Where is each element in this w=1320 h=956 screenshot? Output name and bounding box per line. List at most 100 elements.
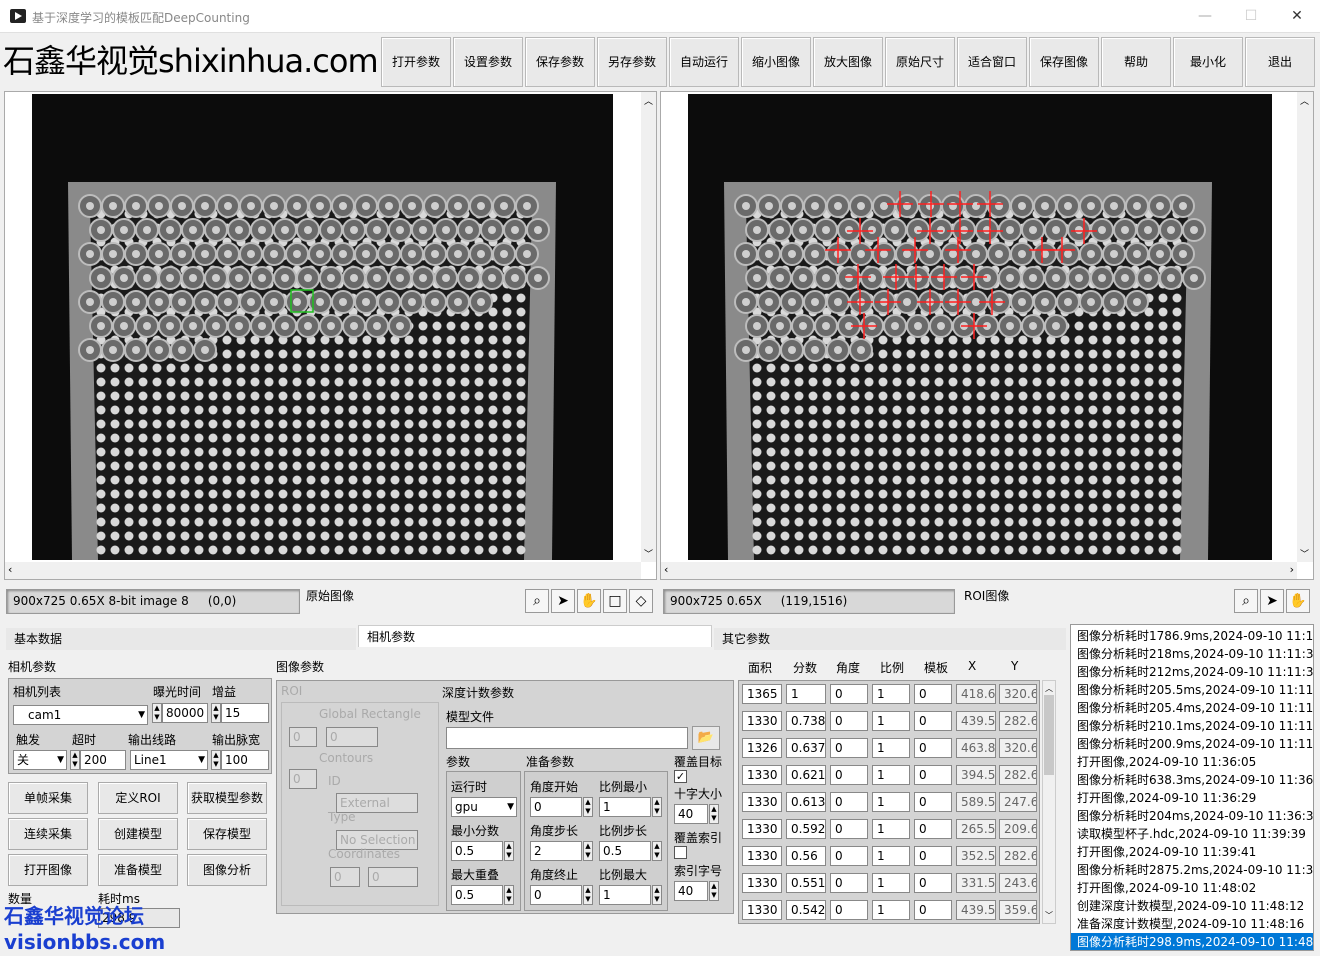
scroll-left-icon[interactable]: ‹ xyxy=(8,563,12,576)
log-item[interactable]: 图像分析耗时205.5ms,2024-09-10 11:11:3 xyxy=(1071,681,1313,699)
results-cell[interactable]: 320.6 xyxy=(999,684,1037,704)
log-item[interactable]: 打开图像,2024-09-10 11:36:05 xyxy=(1071,753,1313,771)
timeout-stepper[interactable]: ▲ ▼ xyxy=(70,750,80,770)
angle-start-input[interactable]: 0 xyxy=(530,797,582,817)
results-cell[interactable]: 0 xyxy=(914,819,952,839)
log-item[interactable]: 图像分析耗时212ms,2024-09-10 11:11:36 xyxy=(1071,663,1313,681)
results-cell[interactable]: 352.5 xyxy=(956,846,996,866)
results-cell[interactable]: 0.613 xyxy=(786,792,826,812)
results-cell[interactable]: 0 xyxy=(830,765,868,785)
log-item[interactable]: 打开图像,2024-09-10 11:48:02 xyxy=(1071,879,1313,897)
results-cell[interactable]: 0 xyxy=(830,846,868,866)
log-item[interactable]: 图像分析耗时200.9ms,2024-09-10 11:11:3 xyxy=(1071,735,1313,753)
log-item[interactable]: 图像分析耗时210.1ms,2024-09-10 11:11:3 xyxy=(1071,717,1313,735)
folder-open-icon[interactable]: 📂 xyxy=(692,726,720,750)
index-font-stepper[interactable]: ▲ ▼ xyxy=(709,881,719,901)
results-cell[interactable]: 1365 xyxy=(742,684,782,704)
horizontal-scrollbar[interactable]: ‹ › xyxy=(661,562,1297,579)
trigger-select[interactable]: 关 ▼ xyxy=(13,750,67,770)
results-cell[interactable]: 1330 xyxy=(742,819,782,839)
results-cell[interactable]: 1 xyxy=(786,684,826,704)
single-capture-button[interactable]: 单帧采集 xyxy=(8,782,88,814)
timeout-input[interactable]: 200 xyxy=(80,750,126,770)
results-cell[interactable]: 0 xyxy=(914,711,952,731)
scroll-up-icon[interactable]: ︿ xyxy=(1045,683,1053,694)
results-cell[interactable]: 0 xyxy=(830,738,868,758)
results-cell[interactable]: 243.6 xyxy=(999,873,1037,893)
exit-button[interactable]: 退出 xyxy=(1245,37,1315,87)
results-cell[interactable]: 1 xyxy=(872,684,910,704)
results-cell[interactable]: 1 xyxy=(872,765,910,785)
results-cell[interactable]: 0 xyxy=(914,873,952,893)
create-model-button[interactable]: 创建模型 xyxy=(98,818,178,850)
log-item[interactable]: 准备深度计数模型,2024-09-10 11:48:16 xyxy=(1071,915,1313,933)
chevron-down-icon[interactable]: ▼ xyxy=(198,751,205,769)
results-cell[interactable]: 1 xyxy=(872,846,910,866)
scroll-up-icon[interactable]: ︿ xyxy=(644,94,653,107)
save-params-button[interactable]: 保存参数 xyxy=(525,37,595,87)
log-list[interactable]: 图像分析耗时1786.9ms,2024-09-10 11:11: 图像分析耗时21… xyxy=(1070,624,1314,951)
auto-run-button[interactable]: 自动运行 xyxy=(669,37,739,87)
results-cell[interactable]: 1 xyxy=(872,738,910,758)
pulse-stepper[interactable]: ▲ ▼ xyxy=(211,750,221,770)
results-cell[interactable]: 247.6 xyxy=(999,792,1037,812)
results-cell[interactable]: 1 xyxy=(872,711,910,731)
angle-step-input[interactable]: 2 xyxy=(530,841,582,861)
results-cell[interactable]: 0.56 xyxy=(786,846,826,866)
results-cell[interactable]: 320.6 xyxy=(999,738,1037,758)
help-button[interactable]: 帮助 xyxy=(1101,37,1171,87)
angle-end-input[interactable]: 0 xyxy=(530,885,582,905)
scroll-thumb[interactable] xyxy=(1044,695,1054,775)
results-cell[interactable]: 0 xyxy=(914,792,952,812)
results-cell[interactable]: 439.5 xyxy=(956,900,996,920)
results-cell[interactable]: 0 xyxy=(830,873,868,893)
pulse-width-input[interactable]: 100 xyxy=(221,750,269,770)
results-cell[interactable]: 0 xyxy=(914,765,952,785)
angle-step-stepper[interactable]: ▲ ▼ xyxy=(583,841,593,861)
results-cell[interactable]: 1330 xyxy=(742,846,782,866)
minimize-app-button[interactable]: 最小化 xyxy=(1173,37,1243,87)
results-cell[interactable]: 1326 xyxy=(742,738,782,758)
angle-end-stepper[interactable]: ▲ ▼ xyxy=(583,885,593,905)
scroll-down-icon[interactable]: ﹀ xyxy=(1300,547,1309,560)
pointer-icon[interactable]: ➤ xyxy=(551,589,575,613)
log-item[interactable]: 图像分析耗时205.4ms,2024-09-10 11:11:3 xyxy=(1071,699,1313,717)
results-cell[interactable]: 589.5 xyxy=(956,792,996,812)
results-cell[interactable]: 0 xyxy=(914,846,952,866)
results-cell[interactable]: 0 xyxy=(830,792,868,812)
save-image-button[interactable]: 保存图像 xyxy=(1029,37,1099,87)
results-cell[interactable]: 265.5 xyxy=(956,819,996,839)
angle-start-stepper[interactable]: ▲ ▼ xyxy=(583,797,593,817)
results-cell[interactable]: 418.6 xyxy=(956,684,996,704)
results-cell[interactable]: 0 xyxy=(914,900,952,920)
log-item[interactable]: 读取模型杯子.hdc,2024-09-10 11:39:39 xyxy=(1071,825,1313,843)
min-score-stepper[interactable]: ▲ ▼ xyxy=(504,841,514,861)
roi-image-view[interactable]: ︿ ﹀ ‹ › xyxy=(660,91,1314,580)
save-as-params-button[interactable]: 另存参数 xyxy=(597,37,667,87)
index-font-input[interactable]: 40 xyxy=(674,881,708,901)
open-params-button[interactable]: 打开参数 xyxy=(381,37,451,87)
scale-max-stepper[interactable]: ▲ ▼ xyxy=(652,885,662,905)
output-line-select[interactable]: Line1 ▼ xyxy=(130,750,208,770)
results-cell[interactable]: 282.6 xyxy=(999,765,1037,785)
original-image-view[interactable]: ︿ ﹀ ‹ xyxy=(4,91,657,580)
results-scrollbar[interactable]: ︿ ﹀ xyxy=(1042,680,1056,924)
log-item[interactable]: 图像分析耗时298.9ms,2024-09-10 11:48:4 xyxy=(1071,933,1313,950)
max-overlap-input[interactable]: 0.5 xyxy=(451,885,503,905)
close-button[interactable]: ✕ xyxy=(1274,0,1320,33)
results-cell[interactable]: 1330 xyxy=(742,765,782,785)
runtime-select[interactable]: gpu ▼ xyxy=(451,797,517,817)
results-cell[interactable]: 282.6 xyxy=(999,846,1037,866)
results-cell[interactable]: 0 xyxy=(830,819,868,839)
results-cell[interactable]: 0 xyxy=(830,711,868,731)
tab-other-params[interactable]: 其它参数 xyxy=(714,628,1066,650)
scale-max-input[interactable]: 1 xyxy=(599,885,651,905)
cross-size-stepper[interactable]: ▲ ▼ xyxy=(709,804,719,824)
results-cell[interactable]: 0 xyxy=(830,684,868,704)
results-cell[interactable]: 0 xyxy=(830,900,868,920)
log-item[interactable]: 打开图像,2024-09-10 11:36:29 xyxy=(1071,789,1313,807)
define-roi-button[interactable]: 定义ROI xyxy=(98,782,178,814)
log-item[interactable]: 图像分析耗时638.3ms,2024-09-10 11:36:0 xyxy=(1071,771,1313,789)
results-cell[interactable]: 0 xyxy=(914,738,952,758)
vertical-scrollbar[interactable]: ︿ ﹀ xyxy=(641,92,656,562)
